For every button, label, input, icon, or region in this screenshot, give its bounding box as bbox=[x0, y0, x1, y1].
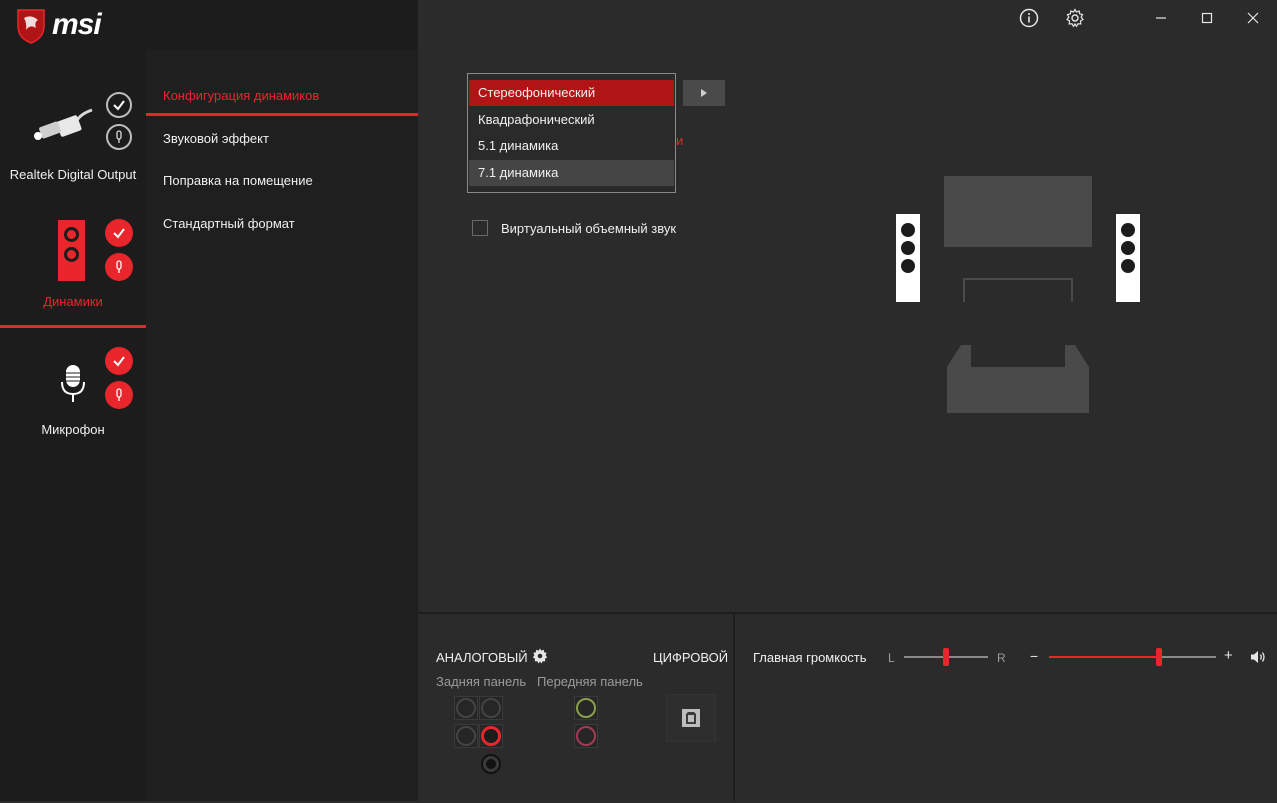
digital-label: ЦИФРОВОЙ bbox=[653, 650, 729, 665]
menu-default-format[interactable]: Стандартный формат bbox=[163, 216, 295, 231]
digital-output-mic-icon[interactable] bbox=[106, 124, 132, 150]
brand-name: msi bbox=[52, 8, 102, 41]
minimize-icon[interactable] bbox=[1151, 8, 1171, 28]
microphone-mic-icon[interactable] bbox=[105, 381, 133, 409]
analog-label: АНАЛОГОВЫЙ bbox=[436, 650, 528, 665]
option-stereo[interactable]: Стереофонический bbox=[469, 80, 674, 106]
desk-illustration bbox=[963, 278, 1073, 302]
volume-slider-thumb[interactable] bbox=[1156, 648, 1163, 666]
volume-slider-fill bbox=[1049, 656, 1160, 658]
digital-output-check-icon[interactable] bbox=[106, 92, 132, 118]
info-icon[interactable] bbox=[1019, 8, 1039, 28]
speakers-mic-icon[interactable] bbox=[105, 253, 133, 281]
rear-jack-3[interactable] bbox=[454, 724, 478, 748]
rear-jack-5[interactable] bbox=[481, 754, 501, 774]
digital-cable-icon bbox=[32, 104, 108, 149]
front-jack-mic[interactable] bbox=[574, 724, 598, 748]
play-test-button[interactable] bbox=[683, 80, 725, 106]
active-menu-indicator bbox=[146, 113, 418, 116]
bottom-divider bbox=[733, 614, 735, 801]
option-quadraphonic[interactable]: Квадрафонический bbox=[469, 107, 674, 133]
virtual-surround-checkbox[interactable] bbox=[472, 220, 488, 236]
msi-dragon-logo-icon bbox=[14, 8, 48, 49]
option-5-1[interactable]: 5.1 динамика bbox=[469, 133, 674, 159]
right-speaker-illustration[interactable] bbox=[1116, 214, 1140, 302]
master-volume-label: Главная громкость bbox=[753, 650, 867, 665]
sofa-illustration bbox=[947, 345, 1089, 413]
front-panel-label: Передняя панель bbox=[537, 674, 643, 689]
play-icon bbox=[701, 89, 707, 97]
close-icon[interactable] bbox=[1243, 8, 1263, 28]
menu-speaker-config[interactable]: Конфигурация динамиков bbox=[163, 88, 319, 103]
speakers-check-icon[interactable] bbox=[105, 219, 133, 247]
device-label-digital-output: Realtek Digital Output bbox=[9, 167, 137, 182]
left-speaker-illustration[interactable] bbox=[896, 214, 920, 302]
microphone-device-icon bbox=[60, 364, 86, 409]
rear-jack-1[interactable] bbox=[454, 696, 478, 720]
analog-settings-gear-icon[interactable] bbox=[531, 647, 549, 670]
microphone-check-icon[interactable] bbox=[105, 347, 133, 375]
menu-room-correction[interactable]: Поправка на помещение bbox=[163, 173, 313, 188]
speaker-volume-icon[interactable] bbox=[1250, 650, 1267, 669]
rear-jack-2[interactable] bbox=[479, 696, 503, 720]
settings-menu bbox=[146, 50, 418, 801]
option-7-1[interactable]: 7.1 динамика bbox=[469, 160, 674, 186]
rear-jack-speaker-active[interactable] bbox=[479, 724, 503, 748]
device-label-speakers: Динамики bbox=[43, 294, 103, 309]
active-device-indicator bbox=[0, 325, 146, 328]
virtual-surround-label: Виртуальный объемный звук bbox=[501, 221, 677, 236]
gear-icon[interactable] bbox=[1065, 8, 1085, 28]
menu-sound-effect[interactable]: Звуковой эффект bbox=[163, 131, 269, 146]
optical-port-icon[interactable] bbox=[666, 694, 716, 742]
rear-panel-label: Задняя панель bbox=[436, 674, 527, 689]
device-label-microphone: Микрофон bbox=[41, 422, 105, 437]
speaker-config-dropdown[interactable]: Стереофонический Квадрафонический 5.1 ди… bbox=[467, 73, 676, 193]
partial-hidden-label: и bbox=[676, 133, 684, 148]
volume-minus-button[interactable]: − bbox=[1030, 648, 1038, 664]
balance-right-label: R bbox=[997, 651, 1006, 665]
balance-slider-thumb[interactable] bbox=[943, 648, 949, 666]
balance-left-label: L bbox=[888, 651, 895, 665]
monitor-illustration bbox=[944, 176, 1092, 247]
speaker-device-icon bbox=[58, 220, 85, 281]
maximize-icon[interactable] bbox=[1197, 8, 1217, 28]
front-jack-headphone[interactable] bbox=[574, 696, 598, 720]
bottom-panel bbox=[418, 612, 1277, 803]
volume-plus-button[interactable]: + bbox=[1224, 647, 1233, 664]
